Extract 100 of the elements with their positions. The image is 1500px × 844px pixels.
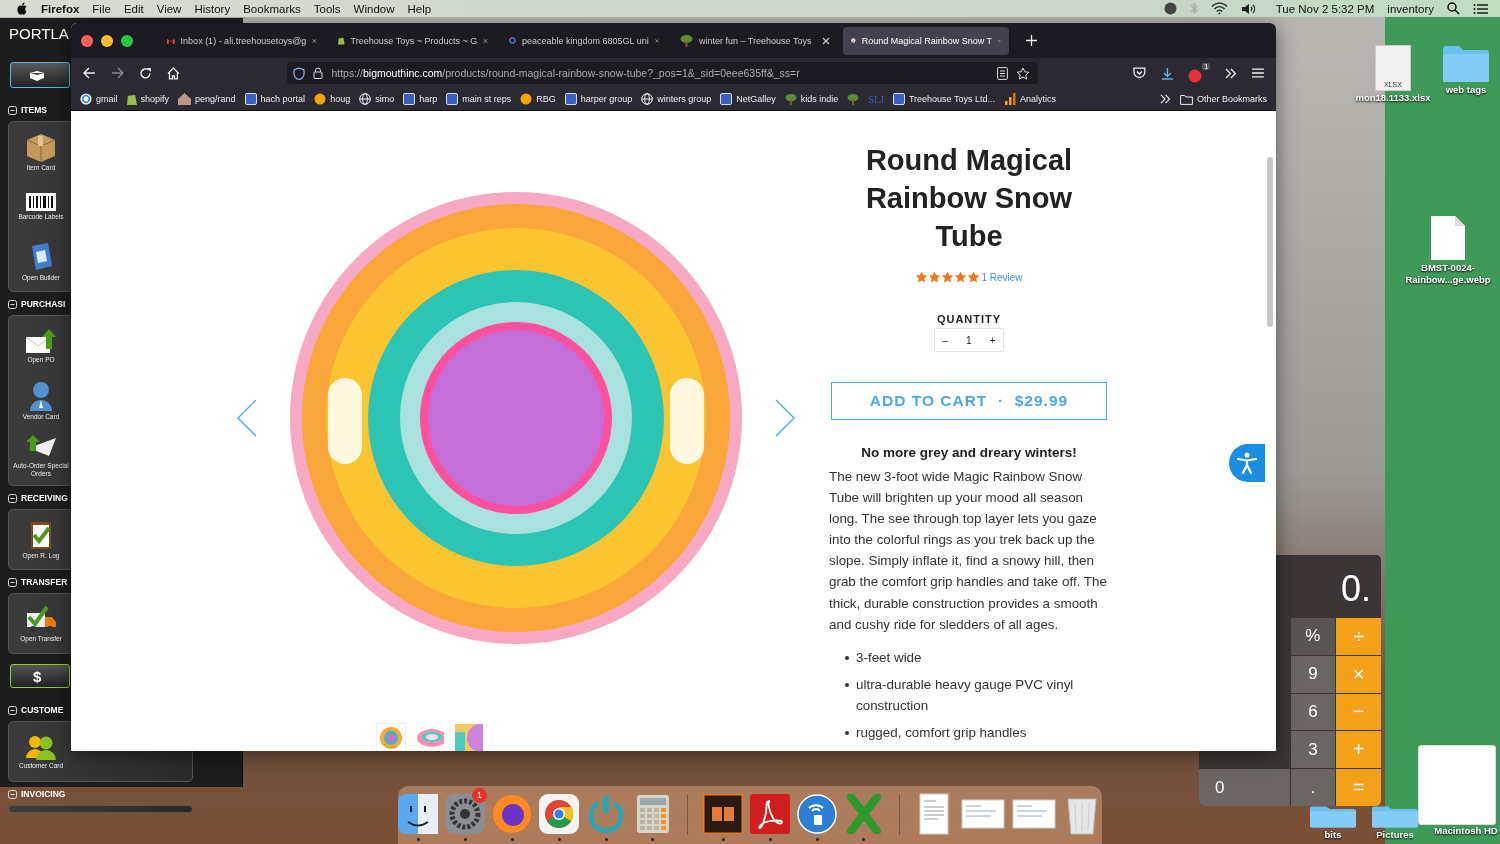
menu-item[interactable]: View — [156, 2, 182, 15]
browser-tab[interactable]: peaceable kingdom 6805GL uni — [501, 26, 667, 55]
wifi-icon[interactable] — [1210, 2, 1228, 15]
accessibility-button[interactable] — [1229, 444, 1265, 482]
menu-item[interactable]: History — [194, 2, 231, 15]
box-button[interactable] — [10, 62, 70, 88]
bookmark-link[interactable]: gmail — [80, 93, 118, 105]
desktop-icon-label[interactable]: Macintosh HD — [1434, 825, 1498, 837]
bookmark-link[interactable]: houg — [314, 93, 351, 105]
signal-arcs-icon[interactable] — [797, 793, 838, 834]
ring-icon[interactable] — [539, 793, 579, 834]
calculator-key[interactable]: 6 — [1290, 693, 1336, 731]
bookmark-link[interactable] — [847, 93, 860, 105]
bookmark-link[interactable]: kids indie — [784, 93, 839, 105]
section-title[interactable]: ITEMS — [21, 105, 47, 115]
menu-item[interactable]: Window — [353, 2, 395, 15]
menu-clock[interactable]: Tue Nov 2 5:32 PM — [1275, 2, 1375, 15]
cash-button[interactable]: $ — [10, 664, 70, 688]
scrollbar[interactable] — [1267, 157, 1273, 327]
close-icon[interactable] — [81, 34, 93, 47]
bookmark-link[interactable]: hach portal — [244, 93, 306, 105]
collapse-icon[interactable] — [8, 493, 17, 503]
download-icon[interactable] — [1160, 66, 1174, 80]
collapse-icon[interactable] — [8, 105, 17, 115]
gear-icon[interactable] — [445, 793, 485, 834]
bookmark-link[interactable]: simo — [359, 93, 395, 105]
reload-icon[interactable] — [138, 66, 152, 80]
swoosh-icon[interactable] — [750, 793, 791, 834]
smiling-face-icon[interactable] — [398, 793, 438, 834]
menu-item[interactable]: File — [92, 2, 111, 15]
bookmark-link[interactable]: harper group — [564, 93, 633, 105]
bookmark-link[interactable]: winters group — [641, 93, 712, 105]
home-icon[interactable] — [166, 66, 180, 80]
bookmark-link[interactable]: shopify — [126, 93, 170, 105]
pocket-icon[interactable] — [1132, 67, 1146, 79]
forward-icon[interactable] — [110, 67, 124, 79]
collapse-icon[interactable] — [8, 705, 17, 715]
decrease-button[interactable]: – — [942, 334, 949, 346]
lock-icon[interactable] — [313, 67, 324, 79]
circle-icon[interactable] — [1163, 2, 1177, 15]
volume-icon[interactable] — [1240, 2, 1257, 15]
calculator-key[interactable]: 0 — [1199, 769, 1290, 806]
bookmark-link[interactable]: RBG — [520, 93, 556, 105]
chevrons-icon[interactable] — [1159, 94, 1171, 104]
close-icon[interactable] — [822, 36, 830, 45]
panel-icon[interactable] — [703, 793, 744, 834]
bookmark-link[interactable]: Analytics — [1004, 93, 1056, 105]
section-title[interactable]: PURCHASI — [21, 299, 66, 309]
folder-icon[interactable] — [1309, 806, 1357, 828]
apple-icon[interactable] — [16, 2, 28, 15]
bookmark-link[interactable]: main st reps — [446, 93, 512, 105]
collapse-icon[interactable] — [8, 299, 17, 309]
bookmark-link[interactable]: harp — [403, 93, 438, 105]
browser-tab[interactable]: Inbox (1) - ali.treehousetoys@g — [159, 26, 325, 55]
menu-item[interactable]: Tools — [313, 2, 341, 15]
menu-icon[interactable] — [1252, 68, 1264, 78]
star-icon[interactable] — [1015, 66, 1030, 80]
reviews-link[interactable]: 1 Review — [981, 271, 1023, 283]
file-icon[interactable] — [1430, 215, 1466, 261]
calculator-key[interactable]: . — [1290, 769, 1336, 806]
menu-item[interactable]: Help — [407, 2, 432, 15]
list-icon[interactable] — [1473, 2, 1488, 15]
shield-icon[interactable] — [293, 66, 306, 80]
thumbnail[interactable] — [455, 724, 483, 751]
menu-item[interactable]: Bookmarks — [243, 2, 301, 15]
browser-tab[interactable]: Treehouse Toys ~ Products ~ G — [330, 26, 496, 55]
menu-app-name[interactable]: Firefox — [41, 2, 80, 15]
menu-item[interactable]: Edit — [123, 2, 144, 15]
section-title[interactable]: INVOICING — [21, 789, 66, 799]
collapse-icon[interactable] — [8, 577, 17, 587]
thumbnail[interactable] — [377, 724, 405, 751]
search-icon[interactable] — [1447, 2, 1460, 15]
extension-icon[interactable] — [1188, 69, 1203, 83]
bookmark-link[interactable]: NetGalley — [720, 93, 776, 105]
document-icon[interactable] — [919, 792, 950, 835]
chevrons-icon[interactable] — [1225, 67, 1238, 79]
bookmark-link[interactable]: Treehouse Toys Ltd... — [892, 93, 995, 105]
desktop-icon-label[interactable]: web tags — [1445, 84, 1487, 96]
address-bar[interactable]: https://bigmouthinc.com/products/round-magical-rainbow-snow-tube?_pos=1&_sid=0eee635ff&_ss=r — [287, 62, 1038, 84]
plus-icon[interactable] — [1026, 35, 1037, 46]
desktop-icon-label[interactable]: BMST-0024-Rainbow...ge.webp — [1400, 262, 1496, 286]
reader-view-icon[interactable] — [996, 66, 1008, 80]
quantity-stepper[interactable]: – 1 + — [933, 328, 1005, 352]
section-title[interactable]: RECEIVING — [21, 493, 68, 503]
back-icon[interactable] — [83, 67, 96, 79]
other-bookmarks-button[interactable]: Other Bookmarks — [1179, 93, 1267, 105]
minimize-icon[interactable] — [101, 34, 113, 47]
bookmark-link[interactable]: peng/rand — [178, 93, 236, 105]
section-title[interactable]: TRANSFER — [21, 577, 68, 587]
calculator-key[interactable]: 3 — [1290, 731, 1336, 769]
browser-tab[interactable]: Round Magical Rainbow Snow T — [843, 26, 1009, 55]
browser-tab[interactable]: winter fun – Treehouse Toys — [672, 26, 838, 55]
calculator-key[interactable]: % — [1290, 618, 1336, 655]
menu-user[interactable]: inventory — [1387, 2, 1434, 15]
globe-icon[interactable] — [492, 793, 532, 834]
section-title[interactable]: CUSTOME — [21, 705, 64, 715]
zoom-icon[interactable] — [121, 34, 133, 47]
desktop-icon-label[interactable]: Pictures — [1376, 829, 1414, 841]
increase-button[interactable]: + — [989, 334, 996, 346]
desktop-icon-label[interactable]: bits — [1324, 829, 1342, 841]
